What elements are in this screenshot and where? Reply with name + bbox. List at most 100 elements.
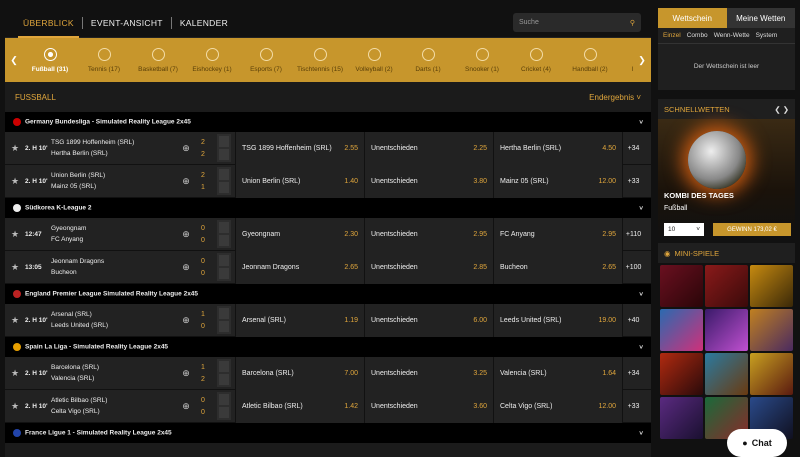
game-tile[interactable] (705, 309, 748, 351)
odd-draw-button[interactable]: Unentschieden 3.60 (364, 389, 493, 423)
tab-event-view[interactable]: EVENT-ANSICHT (83, 8, 171, 38)
odd-away-button[interactable]: Celta Vigo (SRL) 12.00 (493, 389, 622, 423)
game-tile[interactable] (750, 353, 793, 395)
star-icon[interactable]: ★ (5, 401, 25, 412)
sport-item[interactable]: Tischtennis (15) (293, 38, 347, 82)
stats-icon[interactable]: ⊕ (179, 401, 193, 412)
star-icon[interactable]: ★ (5, 368, 25, 379)
odd-home-button[interactable]: Gyeongnam 2.30 (235, 217, 364, 251)
chevron-down-icon[interactable]: ˅ (639, 119, 643, 126)
chevron-down-icon[interactable]: ˅ (639, 344, 643, 351)
odd-away-button[interactable]: Valencia (SRL) 1.64 (493, 356, 622, 390)
game-tile[interactable] (660, 397, 703, 439)
odd-draw-button[interactable]: Unentschieden 6.00 (364, 303, 493, 337)
tab-calendar[interactable]: KALENDER (172, 8, 236, 38)
odd-away-button[interactable]: Leeds United (SRL) 19.00 (493, 303, 622, 337)
league-header[interactable]: Spain La Liga - Simulated Reality League… (5, 337, 651, 357)
match-teams[interactable]: Barcelona (SRL) Valencia (SRL) (51, 364, 179, 382)
bet-type-combo[interactable]: Combo (687, 32, 708, 39)
sport-item[interactable]: Esports (7) (239, 38, 293, 82)
odd-home-button[interactable]: TSG 1899 Hoffenheim (SRL) 2.55 (235, 131, 364, 165)
match-teams[interactable]: Union Berlin (SRL) Mainz 05 (SRL) (51, 172, 179, 190)
stake-select[interactable]: 10 ˅ (664, 223, 704, 236)
star-icon[interactable]: ★ (5, 143, 25, 154)
odd-home-button[interactable]: Union Berlin (SRL) 1.40 (235, 164, 364, 198)
odd-draw-button[interactable]: Unentschieden 2.95 (364, 217, 493, 251)
more-markets-button[interactable]: +33 (622, 389, 644, 423)
more-markets-button[interactable]: +40 (622, 303, 644, 337)
quickbet-promo[interactable]: KOMBI DES TAGES Fußball 10 ˅ GEWINN 173,0… (658, 119, 795, 239)
league-header[interactable]: England Premier League Simulated Reality… (5, 284, 651, 304)
star-icon[interactable]: ★ (5, 315, 25, 326)
bet-type-single[interactable]: Einzel (663, 32, 681, 39)
odd-draw-button[interactable]: Unentschieden 3.25 (364, 356, 493, 390)
league-header[interactable]: France Ligue 1 - Simulated Reality Leagu… (5, 423, 651, 443)
match-teams[interactable]: Gyeongnam FC Anyang (51, 225, 179, 243)
sport-item[interactable]: Federba (617, 38, 633, 82)
chat-button[interactable]: ● Chat (727, 429, 787, 457)
odd-away-button[interactable]: Bucheon 2.65 (493, 250, 622, 284)
odd-away-button[interactable]: Hertha Berlin (SRL) 4.50 (493, 131, 622, 165)
sport-item[interactable]: Snooker (1) (455, 38, 509, 82)
tab-my-bets[interactable]: Meine Wetten (726, 8, 795, 28)
match-teams[interactable]: Jeonnam Dragons Bucheon (51, 258, 179, 276)
sport-item[interactable]: Eishockey (1) (185, 38, 239, 82)
game-tile[interactable] (705, 353, 748, 395)
sport-item[interactable]: Volleyball (2) (347, 38, 401, 82)
more-markets-button[interactable]: +110 (622, 217, 644, 251)
odd-home-button[interactable]: Arsenal (SRL) 1.19 (235, 303, 364, 337)
game-tile[interactable] (660, 353, 703, 395)
more-markets-button[interactable]: +33 (622, 164, 644, 198)
chevron-down-icon[interactable]: ˅ (639, 291, 643, 298)
odd-away-button[interactable]: FC Anyang 2.95 (493, 217, 622, 251)
odd-draw-button[interactable]: Unentschieden 2.25 (364, 131, 493, 165)
stats-icon[interactable]: ⊕ (179, 229, 193, 240)
game-tile[interactable] (660, 265, 703, 307)
win-button[interactable]: GEWINN 173,02 € (713, 223, 791, 236)
star-icon[interactable]: ★ (5, 176, 25, 187)
game-tile[interactable] (750, 265, 793, 307)
market-filter-dropdown[interactable]: Endergebnis ˅ (589, 93, 641, 102)
chevron-left-icon[interactable]: ❮ (5, 55, 23, 66)
odd-away-button[interactable]: Mainz 05 (SRL) 12.00 (493, 164, 622, 198)
stats-icon[interactable]: ⊕ (179, 262, 193, 273)
match-teams[interactable]: Arsenal (SRL) Leeds United (SRL) (51, 311, 179, 329)
game-tile[interactable] (660, 309, 703, 351)
league-header[interactable]: Südkorea K-League 2 ˅ (5, 198, 651, 218)
match-teams[interactable]: Atletic Bilbao (SRL) Celta Vigo (SRL) (51, 397, 179, 415)
tab-betslip[interactable]: Wettschein (658, 8, 727, 28)
more-markets-button[interactable]: +34 (622, 356, 644, 390)
sport-item[interactable]: Handball (2) (563, 38, 617, 82)
stats-icon[interactable]: ⊕ (179, 315, 193, 326)
star-icon[interactable]: ★ (5, 262, 25, 273)
odd-home-button[interactable]: Atletic Bilbao (SRL) 1.42 (235, 389, 364, 423)
more-markets-button[interactable]: +34 (622, 131, 644, 165)
more-markets-button[interactable]: +100 (622, 250, 644, 284)
sport-item[interactable]: Cricket (4) (509, 38, 563, 82)
match-teams[interactable]: TSG 1899 Hoffenheim (SRL) Hertha Berlin (… (51, 139, 179, 157)
bet-type-system[interactable]: System (756, 32, 778, 39)
quickbets-arrows[interactable]: ❮ ❯ (774, 105, 789, 114)
chevron-right-icon[interactable]: ❯ (633, 55, 651, 66)
stats-icon[interactable]: ⊕ (179, 143, 193, 154)
sport-item[interactable]: Fußball (31) (23, 38, 77, 82)
bet-type-if[interactable]: Wenn-Wette (714, 32, 750, 39)
game-tile[interactable] (750, 309, 793, 351)
odd-home-button[interactable]: Barcelona (SRL) 7.00 (235, 356, 364, 390)
search-input[interactable]: Suche ⚲ (513, 13, 641, 32)
league-header[interactable]: Germany Bundesliga - Simulated Reality L… (5, 112, 651, 132)
odd-home-button[interactable]: Jeonnam Dragons 2.65 (235, 250, 364, 284)
tab-overview[interactable]: ÜBERBLICK (15, 8, 82, 38)
odd-draw-button[interactable]: Unentschieden 2.85 (364, 250, 493, 284)
stats-icon[interactable]: ⊕ (179, 368, 193, 379)
search-icon[interactable]: ⚲ (630, 19, 635, 27)
star-icon[interactable]: ★ (5, 229, 25, 240)
sport-item[interactable]: Basketball (7) (131, 38, 185, 82)
sport-item[interactable]: Darts (1) (401, 38, 455, 82)
stats-icon[interactable]: ⊕ (179, 176, 193, 187)
sport-item[interactable]: Tennis (17) (77, 38, 131, 82)
chevron-down-icon[interactable]: ˅ (639, 205, 643, 212)
chevron-down-icon[interactable]: ˅ (639, 430, 643, 437)
game-tile[interactable] (705, 265, 748, 307)
odd-draw-button[interactable]: Unentschieden 3.80 (364, 164, 493, 198)
